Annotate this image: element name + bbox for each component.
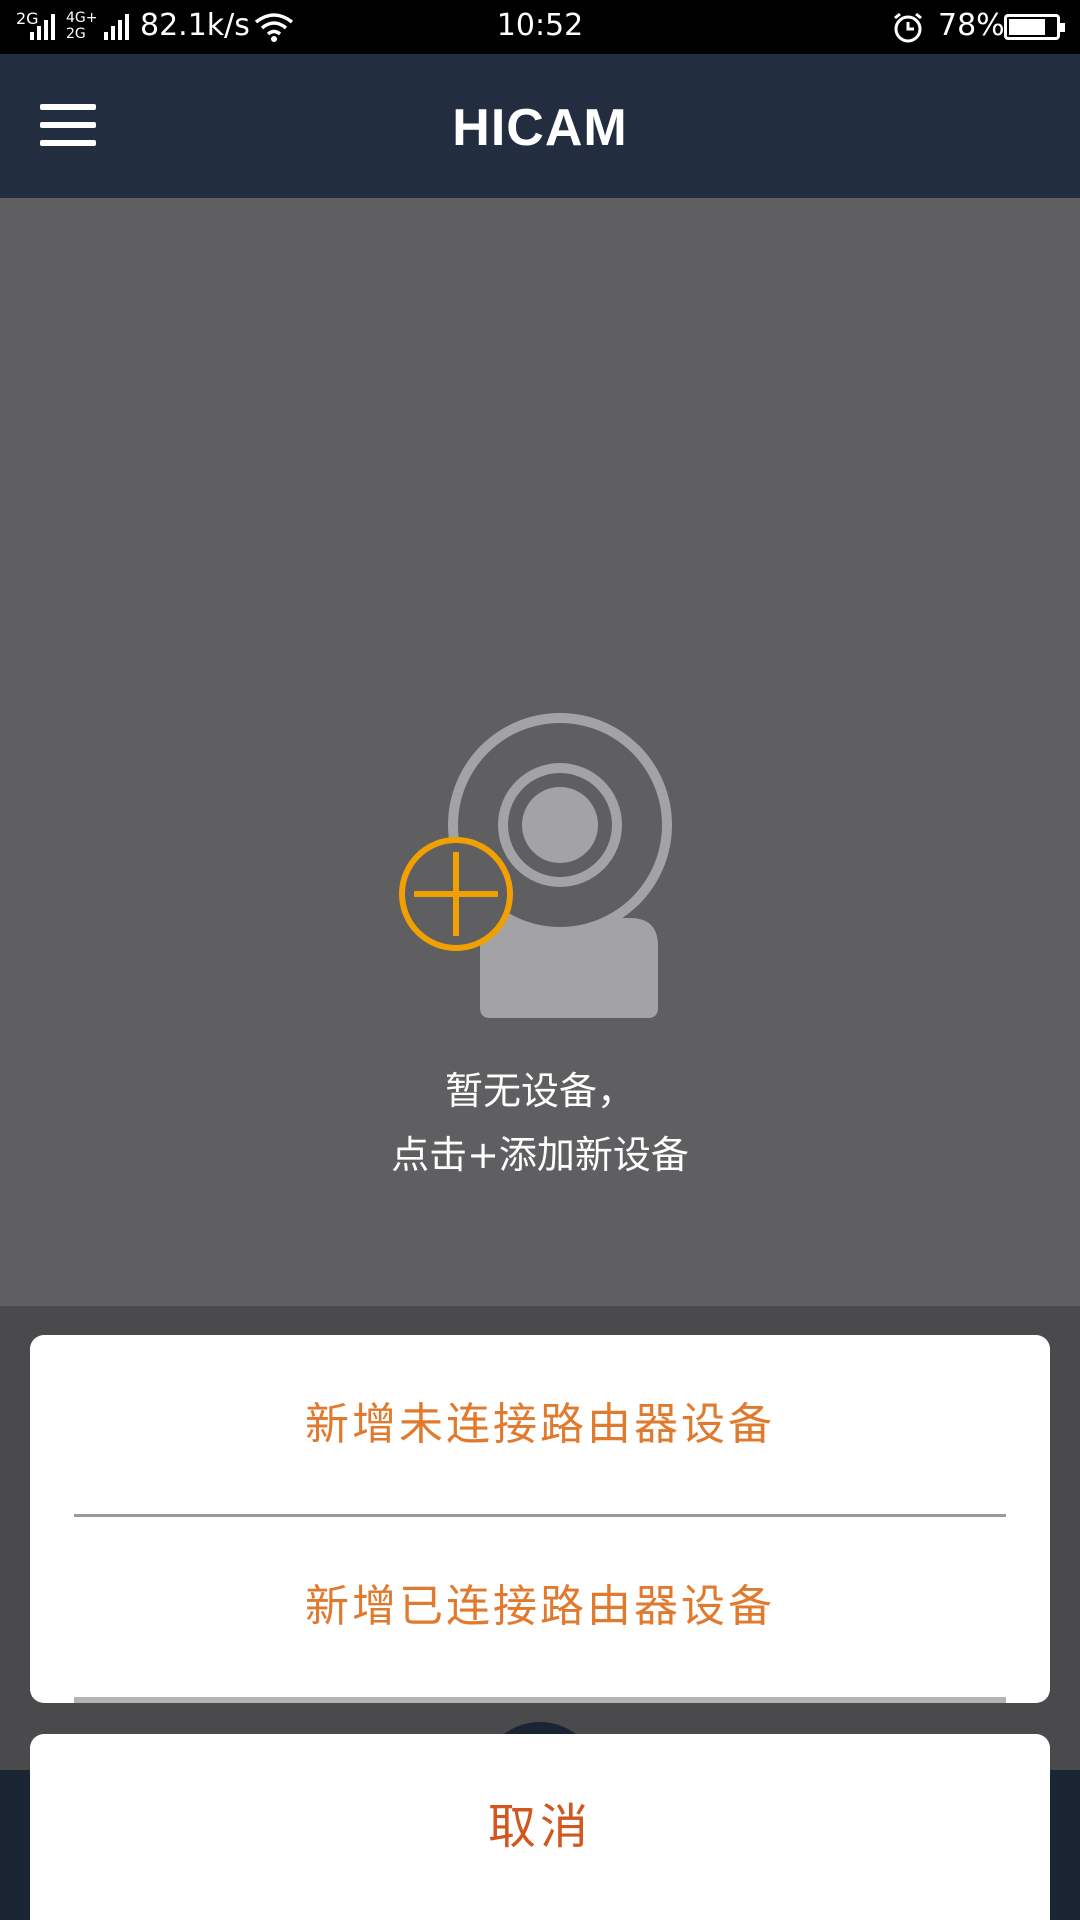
cancel-button[interactable]: 取消 (30, 1734, 1050, 1920)
camera-add-icon[interactable] (390, 708, 690, 1018)
add-connected-device-button[interactable]: 新增已连接路由器设备 (30, 1517, 1050, 1697)
empty-message-line1: 暂无设备， (444, 1069, 635, 1113)
battery-level (1009, 19, 1045, 35)
divider (74, 1697, 1006, 1703)
status-bar: 2G 4G+ 2G 82.1k/s 10:52 78% (0, 0, 1080, 54)
device-list-area: 暂无设备， 点击+添加新设备 (0, 198, 1080, 1306)
alarm-icon (894, 12, 922, 43)
empty-message-line2: 点击+添加新设备 (391, 1133, 689, 1177)
page-title: HICAM (452, 99, 628, 157)
add-unconnected-device-button[interactable]: 新增未连接路由器设备 (30, 1335, 1050, 1515)
battery-percent: 78% (938, 8, 1005, 43)
battery-icon (1004, 14, 1065, 40)
app-header: HICAM (0, 54, 1080, 198)
cancel-panel: 取消 (30, 1734, 1050, 1920)
action-sheet: 新增未连接路由器设备 新增已连接路由器设备 (30, 1335, 1050, 1703)
